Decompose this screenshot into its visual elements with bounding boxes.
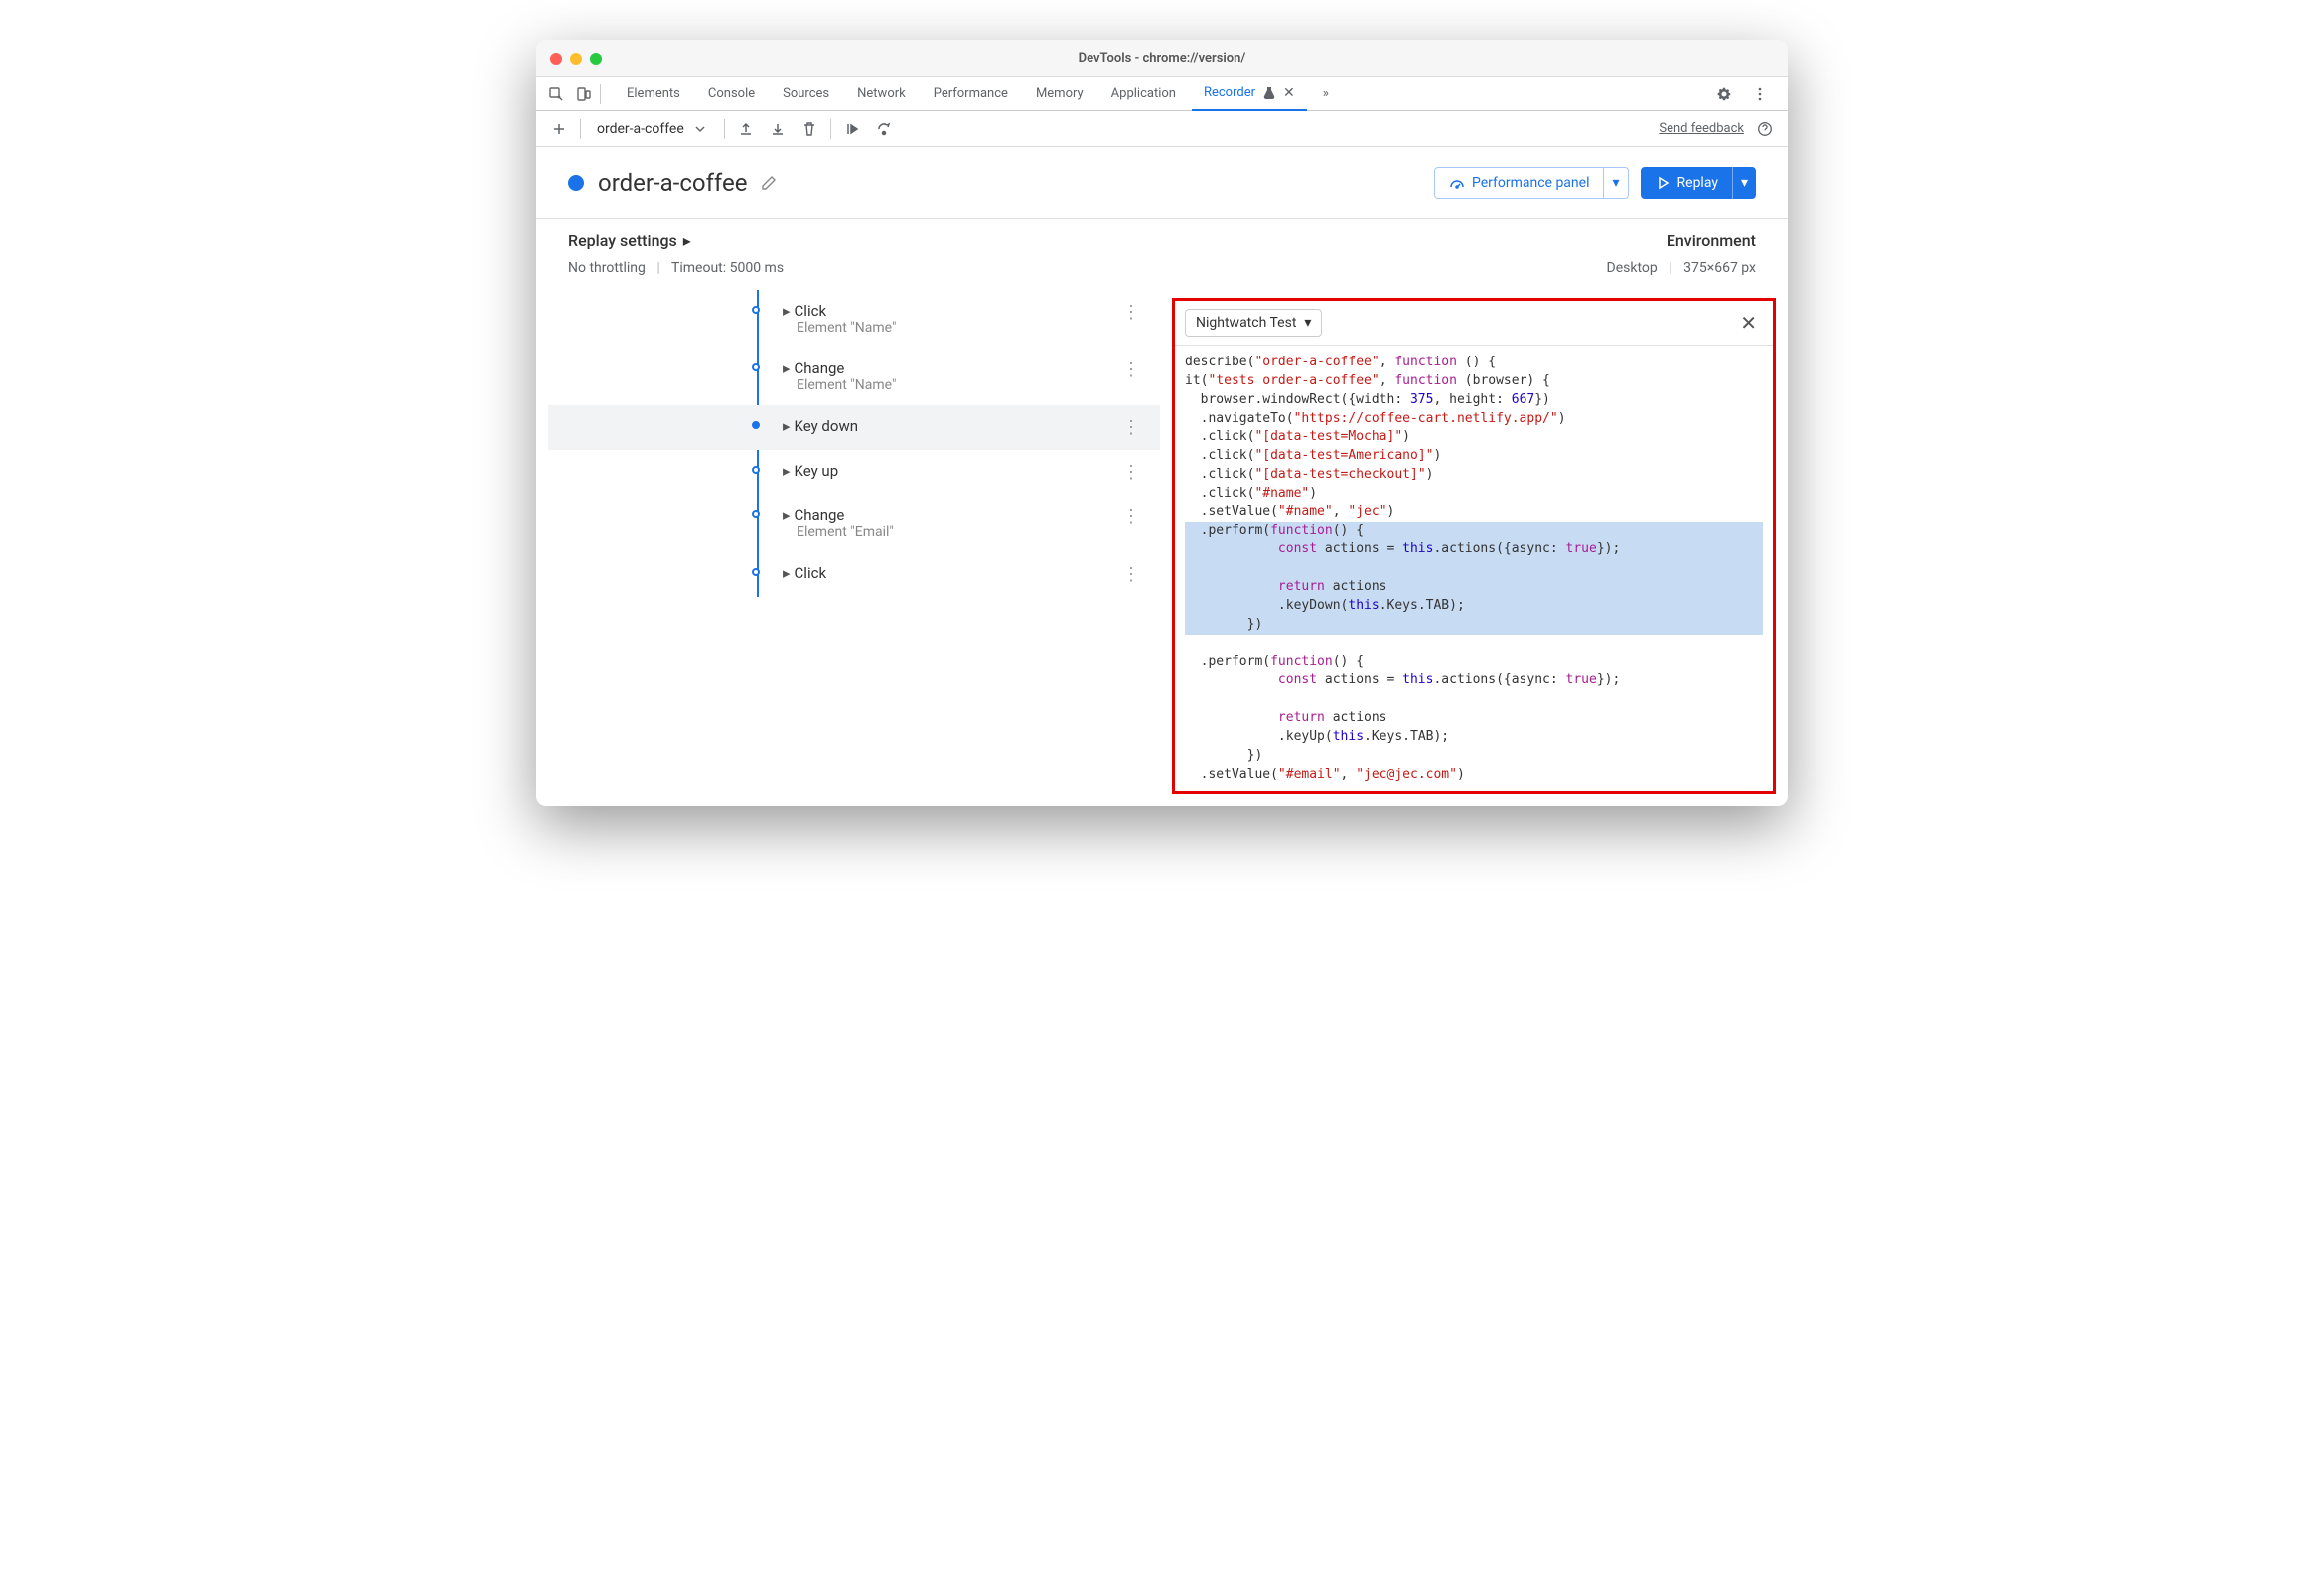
close-panel-icon[interactable]: ✕	[1734, 311, 1763, 335]
step-bullet	[752, 421, 760, 429]
settings-gear-icon[interactable]	[1712, 82, 1736, 106]
recording-header: order-a-coffee Performance panel ▾ Repla…	[536, 147, 1788, 219]
delete-icon[interactable]	[799, 118, 820, 140]
devtools-window: DevTools - chrome://version/ Elements Co…	[536, 40, 1788, 806]
step-menu-icon[interactable]: ⋮	[1114, 417, 1148, 438]
devtools-tabbar: Elements Console Sources Network Perform…	[536, 77, 1788, 111]
step-bullet	[752, 466, 760, 474]
replay-button[interactable]: Replay ▾	[1641, 167, 1756, 199]
step-item[interactable]: ▸Click Element "Name" ⋮	[747, 290, 1160, 348]
settings-values-row: No throttling | Timeout: 5000 ms Desktop…	[536, 256, 1788, 290]
settings-header-row: Replay settings ▸ Environment	[536, 219, 1788, 256]
step-menu-icon[interactable]: ⋮	[1114, 302, 1148, 323]
throttling-value: No throttling	[568, 260, 646, 276]
continue-icon[interactable]	[841, 118, 863, 140]
step-item[interactable]: ▸Change Element "Email" ⋮	[747, 495, 1160, 552]
code-content[interactable]: describe("order-a-coffee", function () {…	[1175, 346, 1773, 791]
edit-title-icon[interactable]	[761, 175, 777, 191]
help-icon[interactable]	[1754, 118, 1776, 140]
recording-select[interactable]: order-a-coffee	[591, 119, 714, 139]
tab-memory[interactable]: Memory	[1024, 78, 1095, 109]
step-item-selected[interactable]: ▸Key down ⋮	[548, 405, 1160, 450]
replay-dropdown-icon[interactable]: ▾	[1732, 167, 1756, 199]
performance-panel-button[interactable]: Performance panel ▾	[1434, 167, 1629, 199]
tab-recorder[interactable]: Recorder ✕	[1192, 77, 1307, 111]
perf-dropdown-icon[interactable]: ▾	[1603, 168, 1627, 198]
steps-column: ▸Click Element "Name" ⋮ ▸Change Element …	[536, 290, 1172, 806]
step-item[interactable]: ▸Key up ⋮	[747, 450, 1160, 495]
tab-elements[interactable]: Elements	[615, 78, 692, 109]
import-icon[interactable]	[767, 118, 789, 140]
step-bullet	[752, 510, 760, 518]
device-toggle-icon[interactable]	[572, 82, 596, 106]
play-icon	[1655, 175, 1670, 191]
timeout-value: Timeout: 5000 ms	[671, 260, 784, 276]
more-tabs-button[interactable]: »	[1311, 78, 1341, 109]
recorder-toolbar: order-a-coffee Send feedback	[536, 111, 1788, 147]
window-title: DevTools - chrome://version/	[536, 51, 1788, 66]
step-item[interactable]: ▸Click ⋮	[747, 552, 1160, 597]
step-bullet	[752, 306, 760, 314]
tab-sources[interactable]: Sources	[771, 78, 841, 109]
main-area: ▸Click Element "Name" ⋮ ▸Change Element …	[536, 290, 1788, 806]
chevron-down-icon: ▾	[1304, 315, 1311, 331]
send-feedback-link[interactable]: Send feedback	[1659, 121, 1744, 136]
environment-heading: Environment	[1667, 231, 1756, 250]
tab-performance[interactable]: Performance	[922, 78, 1020, 109]
step-menu-icon[interactable]: ⋮	[1114, 462, 1148, 483]
close-window-button[interactable]	[550, 53, 562, 65]
step-menu-icon[interactable]: ⋮	[1114, 506, 1148, 527]
chevron-down-icon	[692, 121, 708, 137]
tab-console[interactable]: Console	[696, 78, 767, 109]
traffic-lights	[550, 53, 602, 65]
kebab-menu-icon[interactable]	[1748, 82, 1772, 106]
new-recording-button[interactable]	[548, 118, 570, 140]
chevron-right-icon: ▸	[683, 231, 691, 250]
tab-close-icon[interactable]: ✕	[1283, 85, 1295, 101]
env-size: 375×667 px	[1683, 260, 1756, 276]
tab-application[interactable]: Application	[1099, 78, 1188, 109]
step-icon[interactable]	[873, 118, 895, 140]
export-icon[interactable]	[735, 118, 757, 140]
export-type-select[interactable]: Nightwatch Test ▾	[1185, 309, 1322, 337]
status-dot	[568, 175, 584, 191]
step-item[interactable]: ▸Change Element "Name" ⋮	[747, 348, 1160, 405]
flask-icon	[1261, 85, 1277, 101]
replay-settings-heading[interactable]: Replay settings ▸	[568, 231, 691, 250]
step-bullet	[752, 568, 760, 576]
inspect-element-icon[interactable]	[544, 82, 568, 106]
export-code-panel: Nightwatch Test ▾ ✕ describe("order-a-co…	[1172, 298, 1776, 794]
step-bullet	[752, 363, 760, 371]
env-device: Desktop	[1607, 260, 1658, 276]
maximize-window-button[interactable]	[590, 53, 602, 65]
window-titlebar: DevTools - chrome://version/	[536, 40, 1788, 77]
recording-title: order-a-coffee	[598, 169, 747, 197]
step-menu-icon[interactable]: ⋮	[1114, 359, 1148, 380]
step-menu-icon[interactable]: ⋮	[1114, 564, 1148, 585]
panel-tabs: Elements Console Sources Network Perform…	[615, 77, 1341, 111]
minimize-window-button[interactable]	[570, 53, 582, 65]
gauge-icon	[1449, 175, 1465, 191]
tab-network[interactable]: Network	[845, 78, 918, 109]
